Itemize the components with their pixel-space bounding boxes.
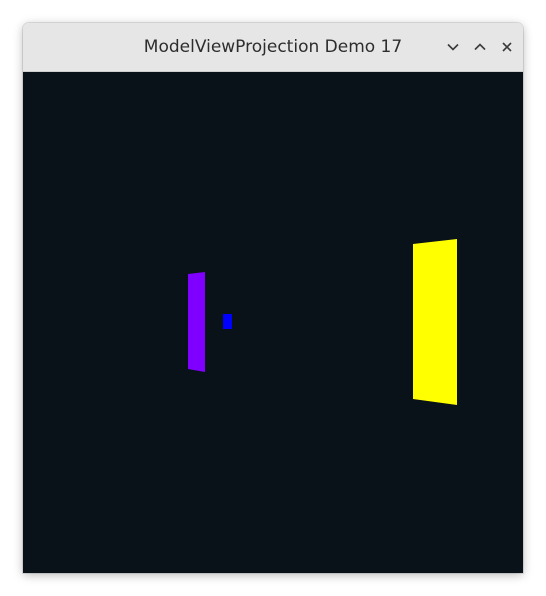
close-icon — [502, 42, 512, 52]
app-window: ModelViewProjection Demo 17 — [23, 23, 523, 573]
yellow-panel — [413, 239, 457, 405]
minimize-button[interactable] — [443, 37, 463, 57]
purple-panel — [188, 272, 205, 372]
chevron-down-icon — [447, 43, 459, 51]
scene-canvas — [188, 239, 457, 405]
chevron-up-icon — [474, 43, 486, 51]
render-viewport[interactable] — [23, 72, 523, 573]
close-button[interactable] — [497, 37, 517, 57]
title-bar[interactable]: ModelViewProjection Demo 17 — [23, 23, 523, 72]
maximize-button[interactable] — [470, 37, 490, 57]
blue-square — [223, 314, 232, 329]
